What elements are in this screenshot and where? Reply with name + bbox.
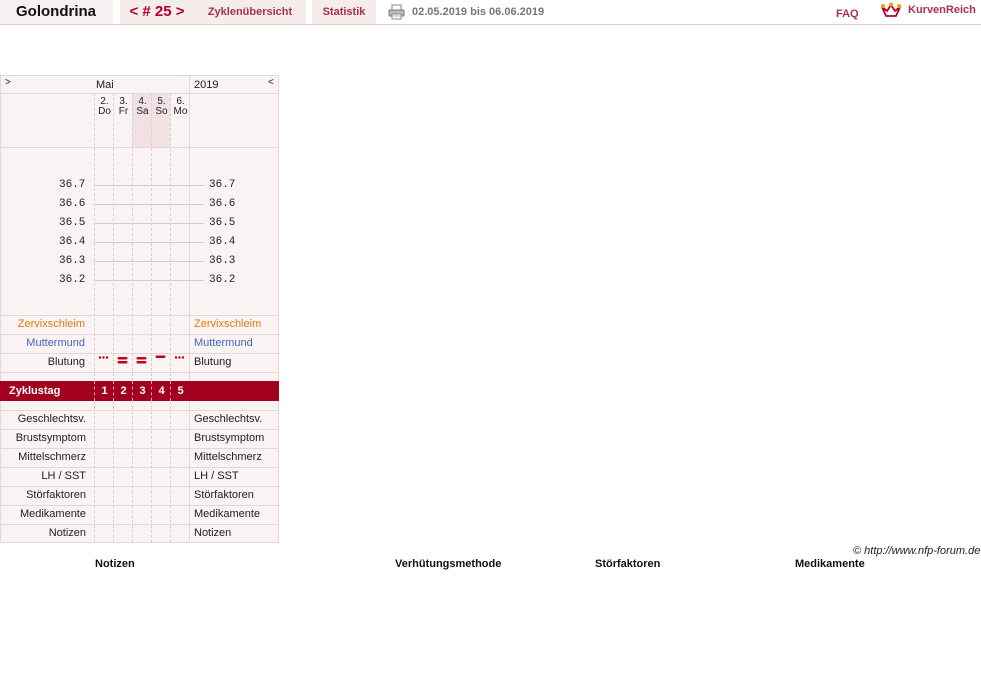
weekday-label: Sa: [136, 106, 149, 117]
notes-label[interactable]: Notizen: [194, 524, 231, 543]
day-column-header[interactable]: 2. Do: [95, 97, 114, 117]
method-column-header: Verhütungsmethode: [395, 558, 502, 570]
temperature-label: 36.7: [59, 179, 86, 191]
bleeding-marker-heavy[interactable]: [136, 357, 147, 364]
breast-symptom-label[interactable]: Brustsymptom: [0, 429, 86, 448]
temperature-label: 36.3: [59, 255, 86, 267]
weekday-label: Do: [98, 106, 111, 117]
scroll-left-button[interactable]: >: [5, 77, 11, 88]
scroll-right-button[interactable]: <: [268, 77, 274, 88]
month-label: Mai: [96, 79, 114, 91]
temperature-label: 36.5: [209, 217, 236, 229]
weekday-label: Fr: [118, 106, 129, 117]
temperature-label: 36.3: [209, 255, 236, 267]
cycle-day-label: Zyklustag: [9, 385, 61, 397]
user-name: Golondrina: [0, 0, 113, 24]
intercourse-label[interactable]: Geschlechtsv.: [0, 410, 86, 429]
temperature-label: 36.6: [209, 198, 236, 210]
bleeding-marker-spotting[interactable]: [174, 356, 185, 359]
copyright-link[interactable]: © http://www.nfp-forum.de: [853, 545, 980, 557]
cervical-mucus-label[interactable]: Zervixschleim: [194, 315, 261, 334]
cervix-label[interactable]: Muttermund: [194, 334, 253, 353]
bleeding-marker-spotting[interactable]: [98, 356, 109, 359]
cycle-day-number[interactable]: 5: [171, 381, 190, 401]
bleeding-marker-medium[interactable]: [155, 355, 166, 359]
cycle-navigator: < # 25 >: [120, 0, 194, 24]
next-cycle-button[interactable]: >: [176, 3, 185, 20]
lh-test-label[interactable]: LH / SST: [194, 467, 239, 486]
medication-label[interactable]: Medikamente: [0, 505, 86, 524]
notes-column-header: Notizen: [95, 558, 135, 570]
disturbances-label[interactable]: Störfaktoren: [0, 486, 86, 505]
printer-icon[interactable]: [388, 4, 405, 20]
weekday-label: So: [155, 106, 168, 117]
cycle-day-number[interactable]: 2: [114, 381, 133, 401]
medication-column-header: Medikamente: [795, 558, 865, 570]
temperature-label: 36.6: [59, 198, 86, 210]
cycle-day-number[interactable]: 1: [95, 381, 114, 401]
disturbances-label[interactable]: Störfaktoren: [194, 486, 254, 505]
mittelschmerz-label[interactable]: Mittelschmerz: [194, 448, 262, 467]
day-column-header[interactable]: 4. Sa: [133, 97, 152, 117]
cycle-chart: > Mai 2019 < 2. Do 3. Fr 4. Sa 5. So 6. …: [0, 75, 279, 543]
temperature-label: 36.7: [209, 179, 236, 191]
weekday-label: Mo: [173, 106, 188, 117]
cycle-day-number[interactable]: 3: [133, 381, 152, 401]
temperature-label: 36.4: [209, 236, 236, 248]
date-range: 02.05.2019 bis 06.06.2019: [412, 6, 545, 18]
top-bar: Golondrina < # 25 > Zyklenübersicht Stat…: [0, 0, 981, 25]
statistics-link[interactable]: Statistik: [312, 0, 376, 24]
temperature-label: 36.4: [59, 236, 86, 248]
cycle-day-number[interactable]: 4: [152, 381, 171, 401]
cycle-day-row: Zyklustag 1 2 3 4 5: [0, 381, 279, 401]
previous-cycle-button[interactable]: <: [129, 3, 138, 20]
day-column-header[interactable]: 3. Fr: [114, 97, 133, 117]
bleeding-marker-heavy[interactable]: [117, 357, 128, 364]
mittelschmerz-label[interactable]: Mittelschmerz: [0, 448, 86, 467]
disturbances-column-header: Störfaktoren: [595, 558, 661, 570]
day-column-header[interactable]: 6. Mo: [171, 97, 190, 117]
temperature-label: 36.5: [59, 217, 86, 229]
cycle-overview-link[interactable]: Zyklenübersicht: [194, 0, 306, 24]
bleeding-label[interactable]: Blutung: [0, 353, 85, 372]
medication-label[interactable]: Medikamente: [194, 505, 260, 524]
notes-label[interactable]: Notizen: [0, 524, 86, 543]
brand-name[interactable]: KurvenReich: [908, 0, 976, 20]
day-column-header[interactable]: 5. So: [152, 97, 171, 117]
kurvenreich-logo-icon[interactable]: [880, 2, 902, 20]
breast-symptom-label[interactable]: Brustsymptom: [194, 429, 264, 448]
year-label: 2019: [194, 79, 219, 91]
intercourse-label[interactable]: Geschlechtsv.: [194, 410, 262, 429]
temperature-label: 36.2: [59, 274, 86, 286]
cervical-mucus-label[interactable]: Zervixschleim: [0, 315, 85, 334]
bleeding-label[interactable]: Blutung: [194, 353, 231, 372]
faq-link[interactable]: FAQ: [836, 2, 859, 26]
cycle-number: # 25: [142, 3, 172, 20]
lh-test-label[interactable]: LH / SST: [0, 467, 86, 486]
cervix-label[interactable]: Muttermund: [0, 334, 85, 353]
bleeding-markers: [98, 355, 185, 364]
temperature-label: 36.2: [209, 274, 236, 286]
